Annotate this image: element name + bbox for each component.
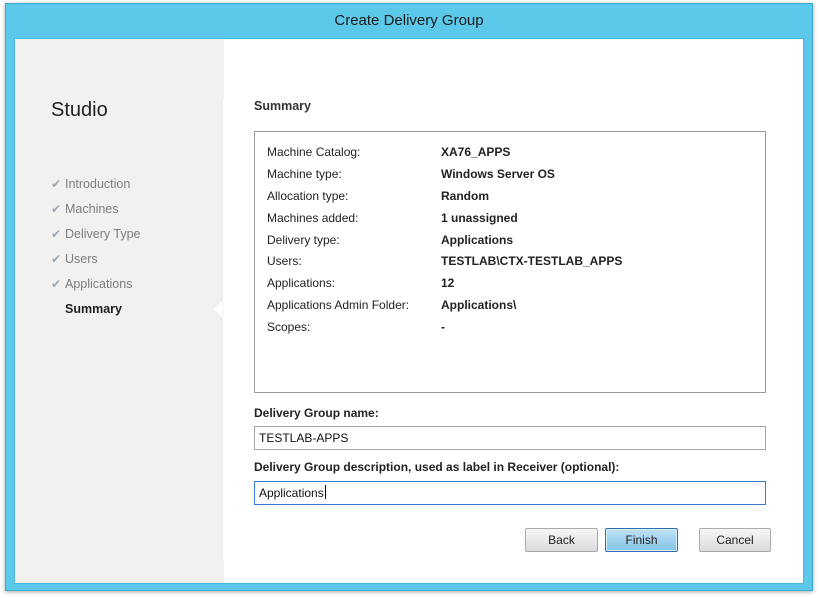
summary-row: Users: TESTLAB\CTX-TESTLAB_APPS xyxy=(267,252,747,270)
nav-step-summary[interactable]: Summary xyxy=(51,301,141,326)
summary-value: - xyxy=(441,320,445,334)
page-heading: Summary xyxy=(254,99,311,113)
checkmark-icon: ✔ xyxy=(51,227,62,241)
summary-label: Machine type: xyxy=(267,167,342,181)
active-step-pointer-icon xyxy=(214,301,222,317)
summary-label: Allocation type: xyxy=(267,189,349,203)
nav-step-introduction[interactable]: ✔ Introduction xyxy=(51,176,141,201)
nav-step-delivery-type[interactable]: ✔ Delivery Type xyxy=(51,226,141,251)
group-name-input[interactable]: TESTLAB-APPS xyxy=(254,426,766,450)
nav-step-label: Delivery Type xyxy=(65,227,141,241)
summary-row: Machines added: 1 unassigned xyxy=(267,209,747,227)
summary-label: Machines added: xyxy=(267,211,359,225)
checkmark-icon: ✔ xyxy=(51,252,62,266)
group-description-input[interactable]: Applications xyxy=(254,481,766,505)
back-button[interactable]: Back xyxy=(525,528,598,552)
summary-row: Applications: 12 xyxy=(267,274,747,292)
group-description-value: Applications xyxy=(259,486,324,500)
summary-row: Allocation type: Random xyxy=(267,187,747,205)
checkmark-icon: ✔ xyxy=(51,202,62,216)
wizard-nav: Studio ✔ Introduction ✔ Machines ✔ Deliv… xyxy=(15,39,221,583)
summary-value: Applications xyxy=(441,233,514,247)
finish-button[interactable]: Finish xyxy=(605,528,678,552)
summary-row: Machine type: Windows Server OS xyxy=(267,165,747,183)
nav-step-label: Summary xyxy=(65,302,122,316)
checkmark-icon: ✔ xyxy=(51,177,62,191)
nav-step-label: Users xyxy=(65,252,98,266)
nav-step-label: Applications xyxy=(65,277,133,291)
nav-step-machines[interactable]: ✔ Machines xyxy=(51,201,141,226)
window-title: Create Delivery Group xyxy=(334,12,484,29)
summary-label: Users: xyxy=(267,254,302,268)
dialog-client-area: Studio ✔ Introduction ✔ Machines ✔ Deliv… xyxy=(14,38,804,584)
summary-row: Scopes: - xyxy=(267,318,747,336)
summary-value: TESTLAB\CTX-TESTLAB_APPS xyxy=(441,254,623,268)
summary-label: Applications: xyxy=(267,276,336,290)
summary-value: 12 xyxy=(441,276,455,290)
summary-label: Applications Admin Folder: xyxy=(267,298,410,312)
group-name-label: Delivery Group name: xyxy=(254,406,379,420)
nav-step-list: ✔ Introduction ✔ Machines ✔ Delivery Typ… xyxy=(51,176,141,326)
summary-value: Windows Server OS xyxy=(441,167,555,181)
cancel-button[interactable]: Cancel xyxy=(699,528,771,552)
nav-step-label: Introduction xyxy=(65,177,131,191)
summary-value: XA76_APPS xyxy=(441,145,511,159)
dialog-window: Create Delivery Group Studio ✔ Introduct… xyxy=(5,3,813,591)
summary-panel: Machine Catalog: XA76_APPS Machine type:… xyxy=(254,131,766,393)
summary-row: Machine Catalog: XA76_APPS xyxy=(267,143,747,161)
nav-step-users[interactable]: ✔ Users xyxy=(51,251,141,276)
group-name-value: TESTLAB-APPS xyxy=(259,431,349,445)
text-caret xyxy=(324,485,326,499)
wizard-content: Summary Machine Catalog: XA76_APPS Machi… xyxy=(224,39,803,583)
summary-value: Applications\ xyxy=(441,298,517,312)
summary-value: 1 unassigned xyxy=(441,211,518,225)
nav-step-label: Machines xyxy=(65,202,119,216)
group-description-label: Delivery Group description, used as labe… xyxy=(254,460,620,474)
summary-label: Delivery type: xyxy=(267,233,340,247)
summary-label: Scopes: xyxy=(267,320,311,334)
summary-value: Random xyxy=(441,189,489,203)
summary-label: Machine Catalog: xyxy=(267,145,361,159)
summary-row: Delivery type: Applications xyxy=(267,231,747,249)
nav-step-applications[interactable]: ✔ Applications xyxy=(51,276,141,301)
summary-row: Applications Admin Folder: Applications\ xyxy=(267,296,747,314)
checkmark-icon: ✔ xyxy=(51,277,62,291)
nav-title: Studio xyxy=(51,99,108,121)
